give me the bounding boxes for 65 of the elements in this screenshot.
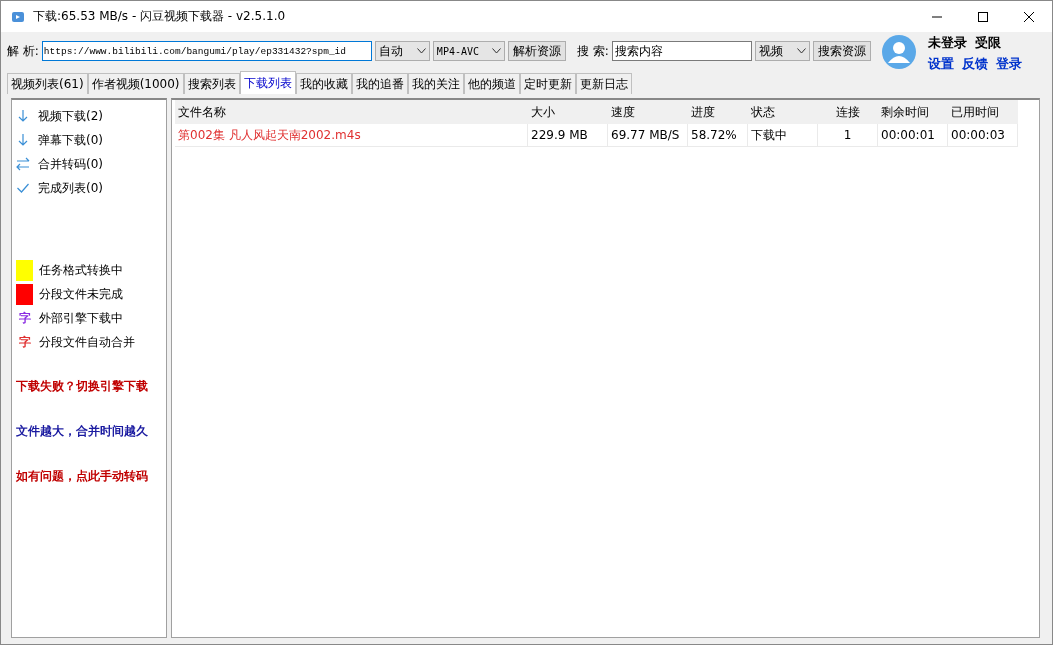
tab[interactable]: 搜索列表: [183, 73, 240, 94]
glyph-marker: 字: [17, 309, 32, 327]
search-type-dropdown[interactable]: 视频: [754, 41, 810, 61]
column-header[interactable]: 进度: [688, 100, 748, 124]
column-header[interactable]: 已用时间: [948, 100, 1018, 124]
table-cell: 1: [818, 124, 878, 147]
down-arrow-icon: [16, 109, 30, 123]
sidebar-item[interactable]: 完成列表(0): [16, 176, 166, 200]
chevron-down-icon: [796, 48, 806, 54]
legend-label: 分段文件自动合并: [39, 333, 135, 351]
swap-arrows-icon: [16, 157, 30, 171]
sidebar-item[interactable]: 弹幕下载(0): [16, 128, 166, 152]
legend-label: 外部引擎下载中: [39, 309, 123, 327]
tab[interactable]: 定时更新: [519, 73, 576, 94]
table-cell: 69.77 MB/S: [608, 124, 688, 147]
table-cell: 第002集 凡人风起天南2002.m4s: [175, 124, 528, 147]
format-dropdown[interactable]: MP4-AVC: [432, 41, 505, 61]
sidebar-item[interactable]: 合并转码(0): [16, 152, 166, 176]
account-link[interactable]: 反馈: [962, 56, 988, 73]
column-header[interactable]: 大小: [528, 100, 608, 124]
tab[interactable]: 我的收藏: [295, 73, 352, 94]
tab[interactable]: 他的频道: [463, 73, 520, 94]
tab[interactable]: 视频列表(61): [7, 73, 88, 94]
sidebar-item[interactable]: 视频下载(2): [16, 104, 166, 128]
tab[interactable]: 我的追番: [351, 73, 408, 94]
chevron-down-icon: [491, 48, 501, 54]
close-icon: [1024, 11, 1034, 22]
tab[interactable]: 作者视频(1000): [87, 73, 184, 94]
quality-dropdown[interactable]: 自动: [374, 41, 430, 61]
table-cell: 58.72%: [688, 124, 748, 147]
tab[interactable]: 更新日志: [575, 73, 632, 94]
search-button[interactable]: 搜索资源: [812, 41, 871, 61]
table-cell: 00:00:01: [878, 124, 948, 147]
help-link[interactable]: 文件越大，合并时间越久: [16, 423, 148, 440]
url-field[interactable]: https://www.bilibili.com/bangumi/play/ep331432?spm_id: [41, 41, 372, 61]
down-arrow-icon: [16, 133, 30, 147]
parse-label: 解 析:: [7, 42, 39, 60]
login-status: 未登录: [928, 35, 967, 52]
account-link[interactable]: 登录: [996, 56, 1022, 73]
chevron-down-icon: [416, 48, 426, 54]
parse-button[interactable]: 解析资源: [507, 41, 566, 61]
limit-status: 受限: [975, 35, 1001, 52]
search-field[interactable]: 搜索内容: [611, 41, 752, 61]
column-header[interactable]: 文件名称: [175, 100, 528, 124]
window-title: 下载:65.53 MB/s - 闪豆视频下载器 - v2.5.1.0: [33, 8, 287, 25]
check-icon: [16, 182, 30, 194]
legend-label: 任务格式转换中: [39, 261, 123, 279]
tab[interactable]: 我的关注: [407, 73, 464, 94]
column-header[interactable]: 剩余时间: [878, 100, 948, 124]
column-header[interactable]: 状态: [748, 100, 818, 124]
table-cell: 00:00:03: [948, 124, 1018, 147]
table-cell: 229.9 MB: [528, 124, 608, 147]
glyph-marker: 字: [17, 333, 32, 351]
column-header[interactable]: 速度: [608, 100, 688, 124]
tab[interactable]: 下载列表: [239, 71, 296, 94]
account-link[interactable]: 设置: [928, 56, 954, 73]
avatar-icon: [882, 35, 916, 69]
help-link[interactable]: 如有问题，点此手动转码: [16, 468, 148, 485]
table-cell: 下载中: [748, 124, 818, 147]
legend-label: 分段文件未完成: [39, 285, 123, 303]
column-header[interactable]: 连接: [818, 100, 878, 124]
search-label: 搜 索:: [576, 42, 609, 60]
maximize-icon: [978, 11, 988, 22]
app-icon: [11, 9, 25, 24]
help-link[interactable]: 下载失败？切换引擎下载: [16, 378, 148, 395]
